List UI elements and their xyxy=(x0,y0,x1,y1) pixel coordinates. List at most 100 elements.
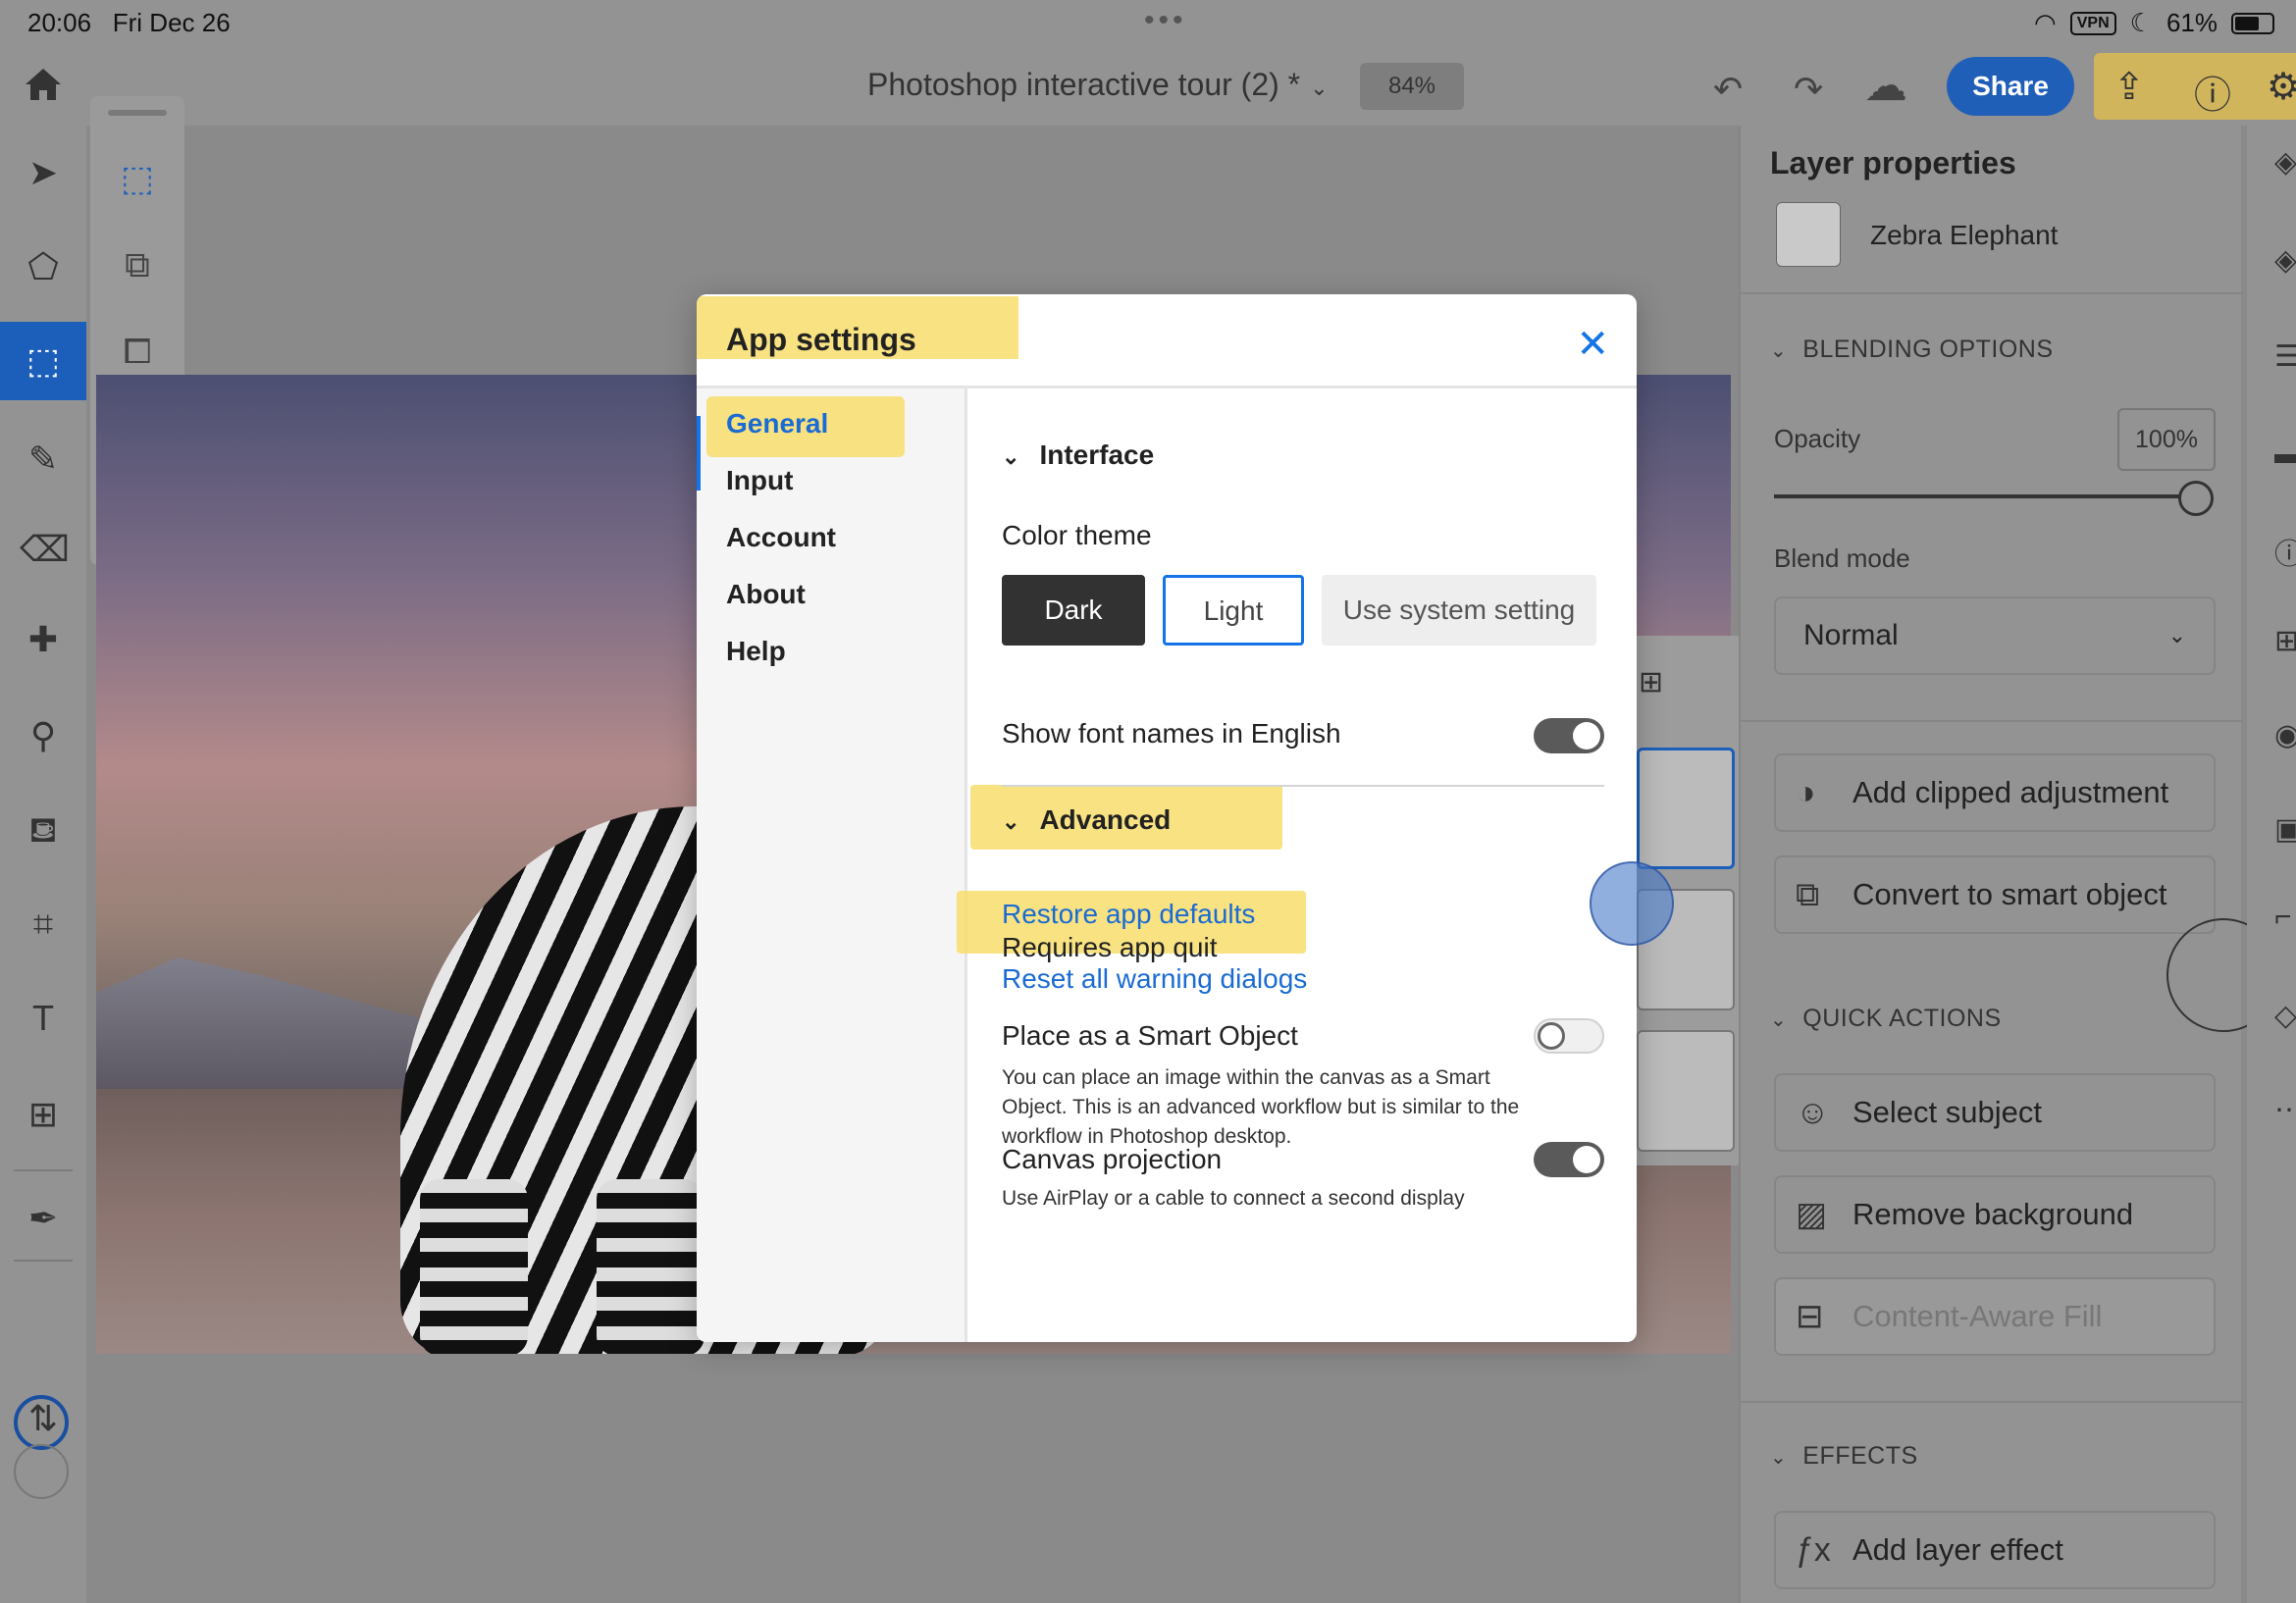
opacity-slider-handle[interactable] xyxy=(2178,481,2214,516)
cloud-icon[interactable]: ☁ xyxy=(1864,61,1907,111)
add-layer-effect-button[interactable]: ƒx Add layer effect xyxy=(1774,1511,2216,1589)
layer-thumbnail xyxy=(1776,202,1841,267)
marquee-tool-icon[interactable]: ⬚ xyxy=(0,322,86,400)
paint-bucket-icon[interactable]: ⛾ xyxy=(20,806,67,853)
chevron-down-icon: ⌄ xyxy=(1310,76,1329,100)
chevron-down-icon: ⌄ xyxy=(1002,809,1020,834)
redo-icon[interactable]: ↷ xyxy=(1794,69,1823,110)
opacity-input[interactable]: 100% xyxy=(2117,408,2216,471)
requires-quit-note: Requires app quit xyxy=(1002,932,1218,962)
add-clipped-adjustment-button[interactable]: ◑ Add clipped adjustment xyxy=(1774,753,2216,832)
layer-thumbnail[interactable] xyxy=(1637,748,1735,869)
rect-select-icon[interactable]: ⬚ xyxy=(116,157,159,200)
nav-item-input[interactable]: Input xyxy=(726,465,793,496)
nav-item-about[interactable]: About xyxy=(726,579,806,610)
wifi-icon: ◠ xyxy=(2034,8,2057,37)
lasso-select-icon[interactable]: ⧉ xyxy=(116,243,159,286)
zebra-leg xyxy=(420,1179,528,1354)
document-title[interactable]: Photoshop interactive tour (2) * ⌄ xyxy=(867,67,1329,103)
remove-background-icon: ▨ xyxy=(1796,1196,1828,1233)
reset-warnings-link[interactable]: Reset all warning dialogs xyxy=(1002,963,1307,995)
restore-app-defaults-link[interactable]: Restore app defaults xyxy=(1002,899,1255,930)
dialog-title: App settings xyxy=(726,322,916,357)
panel-title: Layer properties xyxy=(1770,145,2016,181)
remove-background-button[interactable]: ▨ Remove background xyxy=(1774,1175,2216,1254)
battery-icon xyxy=(2231,12,2274,34)
layer-properties-panel: Layer properties Zebra Elephant ⌄ BLENDIN… xyxy=(1739,126,2243,1603)
add-icon[interactable]: ⊞ xyxy=(2274,624,2296,658)
status-time: 20:06 Fri Dec 26 xyxy=(27,8,231,37)
home-icon[interactable] xyxy=(22,63,65,106)
canvas-projection-toggle[interactable] xyxy=(1534,1142,1604,1177)
mask-icon[interactable]: ▣ xyxy=(2274,812,2296,847)
canvas-projection-description: Use AirPlay or a cable to connect a seco… xyxy=(1002,1187,1465,1210)
layers-icon-2[interactable]: ◈ xyxy=(2274,243,2296,278)
select-subject-button[interactable]: ☺ Select subject xyxy=(1774,1073,2216,1152)
content-aware-fill-button[interactable]: ⊟ Content-Aware Fill xyxy=(1774,1277,2216,1356)
link-icon[interactable]: ◇ xyxy=(2274,999,2296,1033)
chevron-down-icon: ⌄ xyxy=(1002,444,1020,469)
info-icon[interactable]: ⓘ xyxy=(2274,530,2296,573)
opacity-slider-track[interactable] xyxy=(1774,494,2186,498)
panel-divider xyxy=(1741,1401,2243,1403)
background-color[interactable] xyxy=(14,1444,69,1499)
brush-tool-icon[interactable]: ✎ xyxy=(20,436,67,483)
eyedropper-icon[interactable]: ✒ xyxy=(20,1195,67,1242)
transform-tool-icon[interactable]: ⬠ xyxy=(20,243,67,290)
undo-icon[interactable]: ↶ xyxy=(1713,69,1743,110)
right-rail: ◈ ◈ ☰ ▬ ⓘ ⊞ ◉ ▣ ⌐ ◇ ⋯ xyxy=(2247,126,2296,1603)
zebra-leg xyxy=(597,1179,704,1354)
layer-thumbnail[interactable] xyxy=(1637,1030,1735,1152)
share-button[interactable]: Share xyxy=(1947,57,2074,116)
nav-item-account[interactable]: Account xyxy=(726,522,836,553)
place-image-icon[interactable]: ⊞ xyxy=(20,1091,67,1138)
clone-stamp-icon[interactable]: ⚲ xyxy=(20,712,67,759)
app-bar: Photoshop interactive tour (2) * ⌄ 84% ↶ … xyxy=(0,47,2296,126)
help-icon[interactable]: ⓘ xyxy=(2194,65,2231,119)
eraser-tool-icon[interactable]: ⌫ xyxy=(20,526,70,573)
layers-icon[interactable]: ◈ xyxy=(2274,145,2296,180)
add-layer-icon[interactable]: ⊞ xyxy=(1639,665,1663,699)
nav-item-help[interactable]: Help xyxy=(726,636,786,667)
show-font-names-toggle[interactable] xyxy=(1534,718,1604,753)
chevron-down-icon: ⌄ xyxy=(1770,340,1788,362)
content-aware-fill-icon: ⊟ xyxy=(1796,1298,1824,1335)
zoom-level[interactable]: 84% xyxy=(1360,63,1464,110)
interface-section-header[interactable]: ⌄ Interface xyxy=(1002,440,1154,471)
swap-colors-icon[interactable]: ⇅ xyxy=(20,1395,67,1442)
comments-icon[interactable]: ▬ xyxy=(2274,438,2296,471)
type-tool-icon[interactable]: T xyxy=(20,995,67,1042)
subtract-select-icon[interactable]: ⧠ xyxy=(116,330,159,373)
nav-item-general[interactable]: General xyxy=(726,408,828,440)
more-icon[interactable]: ⋯ xyxy=(2274,1093,2296,1127)
properties-icon[interactable]: ☰ xyxy=(2274,339,2296,374)
convert-smart-object-button[interactable]: ⧉ Convert to smart object xyxy=(1774,855,2216,934)
layer-name: Zebra Elephant xyxy=(1870,220,2059,250)
color-theme-label: Color theme xyxy=(1002,520,1152,550)
canvas-projection-label: Canvas projection xyxy=(1002,1144,1223,1174)
adjust-icon[interactable]: ⌐ xyxy=(2274,901,2292,934)
close-icon[interactable]: ✕ xyxy=(1576,322,1609,367)
theme-system-button[interactable]: Use system setting xyxy=(1322,575,1596,646)
advanced-section-header[interactable]: ⌄ Advanced xyxy=(1002,804,1171,836)
visibility-icon[interactable]: ◉ xyxy=(2274,718,2296,752)
gear-icon[interactable]: ⚙ xyxy=(2267,65,2296,109)
blend-mode-select[interactable]: Normal ⌄ xyxy=(1774,596,2216,675)
quick-actions-header[interactable]: ⌄ QUICK ACTIONS xyxy=(1770,1005,2002,1033)
left-toolbar: ➤ ⬠ ⬚ ✎ ⌫ ✚ ⚲ ⛾ ⌗ T ⊞ ✒ ⇅ xyxy=(0,126,86,1603)
blending-options-header[interactable]: ⌄ BLENDING OPTIONS xyxy=(1770,336,2054,364)
move-tool-icon[interactable]: ➤ xyxy=(20,149,67,196)
drag-handle[interactable] xyxy=(108,110,167,116)
export-icon[interactable]: ⇪ xyxy=(2113,65,2145,109)
multitasking-dots[interactable]: ••• xyxy=(1144,4,1187,37)
healing-tool-icon[interactable]: ✚ xyxy=(20,616,67,663)
smart-object-toggle[interactable] xyxy=(1534,1018,1604,1054)
panel-divider xyxy=(1741,720,2243,722)
chevron-down-icon: ⌄ xyxy=(1770,1447,1788,1469)
effects-header[interactable]: ⌄ EFFECTS xyxy=(1770,1442,1918,1471)
theme-light-button[interactable]: Light xyxy=(1163,575,1304,646)
toolbar-divider xyxy=(14,1260,73,1262)
crop-tool-icon[interactable]: ⌗ xyxy=(20,901,67,948)
chevron-down-icon: ⌄ xyxy=(2167,623,2186,647)
theme-dark-button[interactable]: Dark xyxy=(1002,575,1145,646)
